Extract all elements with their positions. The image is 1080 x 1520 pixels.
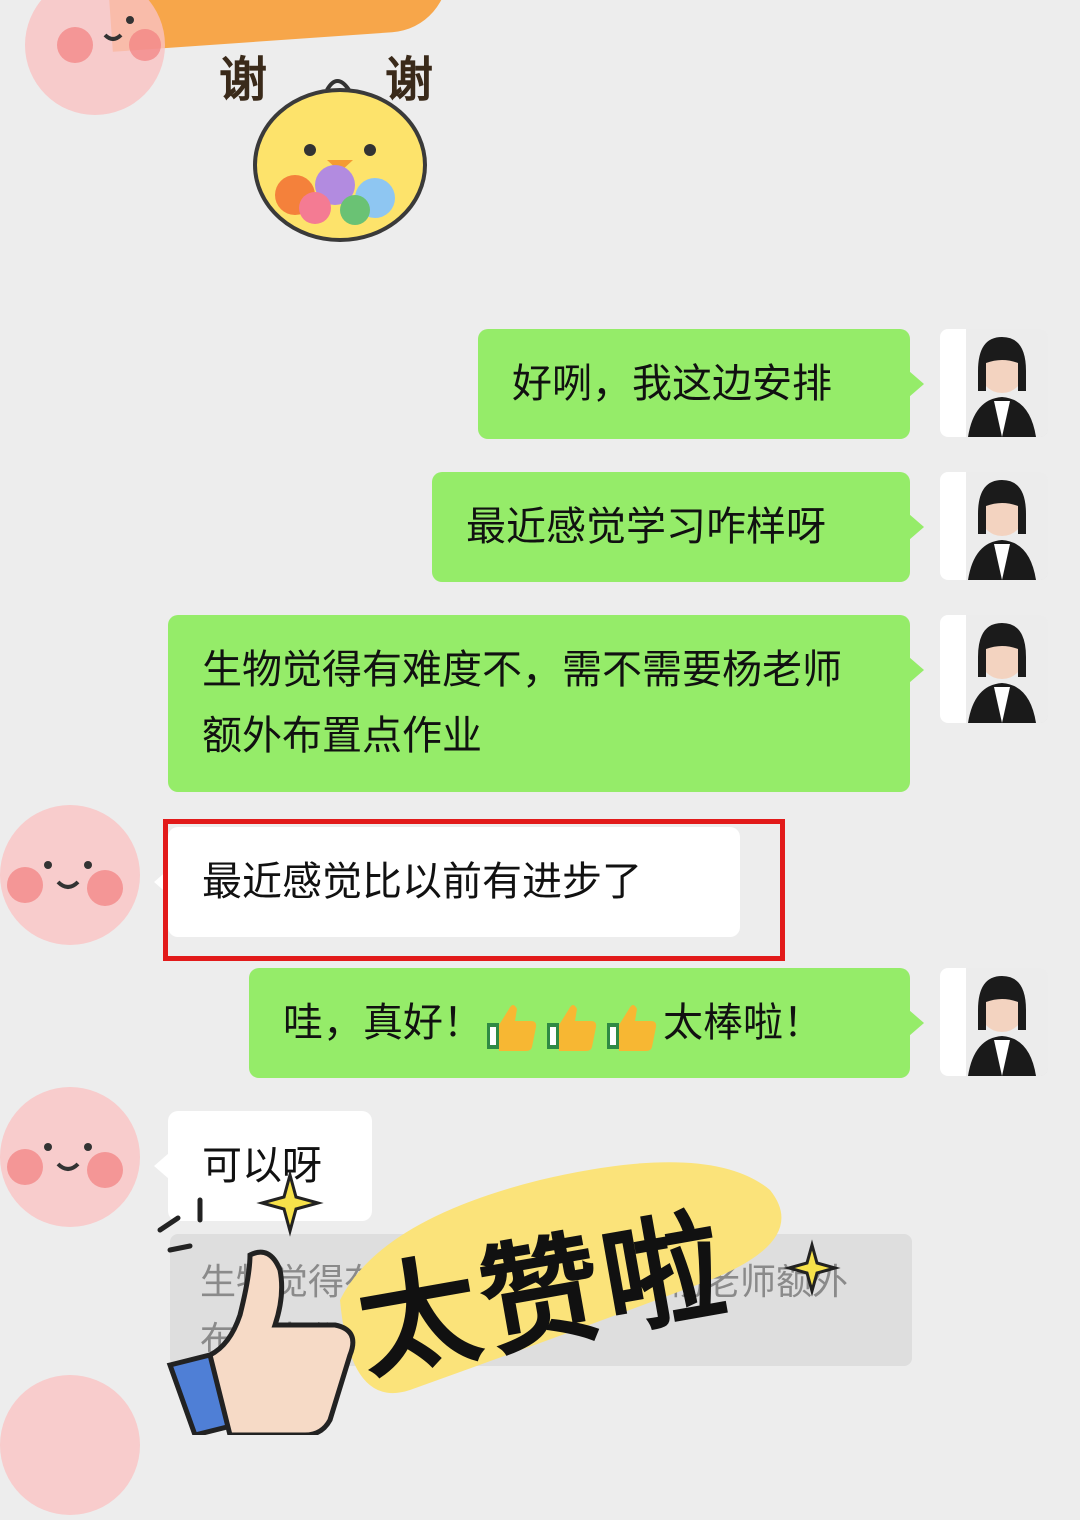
message-text: 好咧，我这边安排 — [512, 361, 832, 407]
teacher-photo-icon — [940, 615, 1048, 723]
message-bubble[interactable]: 好咧，我这边安排 — [478, 329, 924, 439]
message-text: 生物觉得有难度不，需不需要杨老师额外布置点作业 — [202, 647, 842, 759]
praise-sticker: 太赞啦 — [140, 1150, 860, 1440]
teacher-avatar[interactable] — [940, 329, 1048, 437]
teacher-avatar[interactable] — [940, 968, 1048, 1076]
highlight-box — [163, 819, 785, 961]
teacher-photo-icon — [940, 472, 1048, 580]
friend-avatar[interactable] — [10, 0, 180, 120]
message-bubble[interactable]: 最近感觉学习咋样呀 — [432, 472, 924, 582]
friend-avatar[interactable] — [0, 1082, 150, 1232]
thumbs-up-icon — [487, 1005, 537, 1051]
message-bubble[interactable]: 哇，真好！ 太棒啦！ — [249, 968, 924, 1078]
message-bubble[interactable]: 生物觉得有难度不，需不需要杨老师额外布置点作业 — [168, 615, 924, 792]
teacher-photo-icon — [940, 329, 1048, 437]
friend-avatar[interactable] — [0, 1370, 150, 1520]
friend-avatar[interactable] — [0, 800, 150, 950]
teacher-photo-icon — [940, 968, 1048, 1076]
message-text: 太棒啦！ — [663, 1000, 823, 1046]
thumbs-up-icon — [166, 1249, 356, 1435]
teacher-avatar[interactable] — [940, 615, 1048, 723]
teacher-avatar[interactable] — [940, 472, 1048, 580]
thumbs-up-icon — [607, 1005, 657, 1051]
chick-icon — [253, 79, 427, 242]
message-text: 最近感觉学习咋样呀 — [466, 504, 826, 550]
thanks-sticker[interactable]: 谢 谢 — [215, 40, 455, 242]
message-text: 哇，真好！ — [283, 1000, 483, 1046]
thumbs-up-icon — [547, 1005, 597, 1051]
